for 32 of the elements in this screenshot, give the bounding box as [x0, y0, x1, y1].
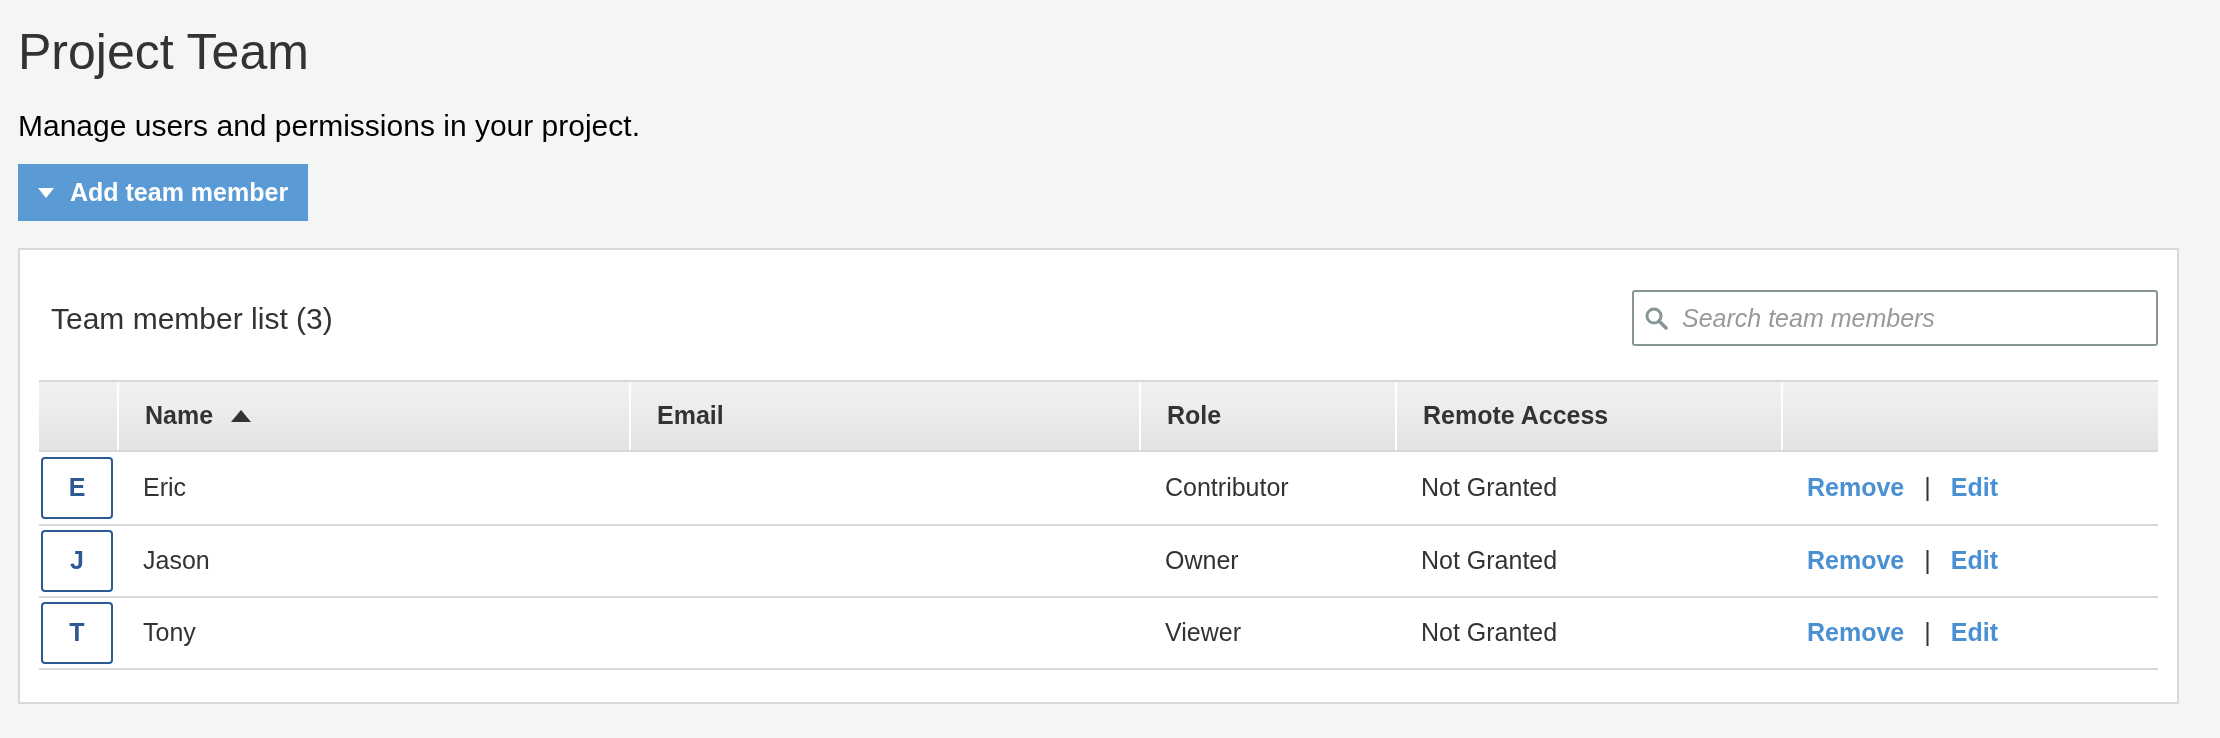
column-header[interactable]: Remote Access	[1423, 397, 1609, 435]
edit-link[interactable]: Edit	[1950, 469, 1998, 507]
page-title: Project Team	[18, 23, 309, 82]
table-cell: Not Granted	[1421, 473, 1558, 502]
edit-link[interactable]: Edit	[1950, 542, 1998, 580]
table-cell: Contributor	[1165, 473, 1289, 502]
table-cell: Not Granted	[1421, 546, 1558, 575]
avatar-initial: E	[41, 457, 113, 519]
search-icon	[1644, 306, 1668, 330]
page-subtitle: Manage users and permissions in your project.	[18, 108, 640, 144]
column-header[interactable]: Role	[1167, 397, 1222, 435]
table-cell: Tony	[143, 618, 196, 647]
link-separator: |	[1924, 472, 1931, 504]
remove-link[interactable]: Remove	[1807, 469, 1905, 507]
panel-title: Team member list (3)	[51, 300, 333, 337]
table-cell: Owner	[1165, 546, 1239, 575]
table-cell: Not Granted	[1421, 618, 1558, 647]
avatar-initial: J	[41, 530, 113, 592]
add-member-button[interactable]: Add team member	[18, 164, 309, 221]
avatar-initial: T	[41, 602, 113, 664]
column-header[interactable]: Email	[657, 397, 724, 435]
remove-link[interactable]: Remove	[1807, 614, 1905, 652]
search-field[interactable]: Search team members	[1632, 290, 2158, 346]
table-cell: Viewer	[1165, 618, 1241, 647]
table-cell: Eric	[143, 473, 187, 502]
link-separator: |	[1924, 617, 1931, 649]
caret-icon	[38, 187, 54, 198]
column-header[interactable]: Name	[145, 397, 214, 435]
remove-link[interactable]: Remove	[1807, 542, 1905, 580]
link-separator: |	[1924, 545, 1931, 577]
table-cell: Jason	[143, 546, 210, 575]
edit-link[interactable]: Edit	[1950, 614, 1998, 652]
